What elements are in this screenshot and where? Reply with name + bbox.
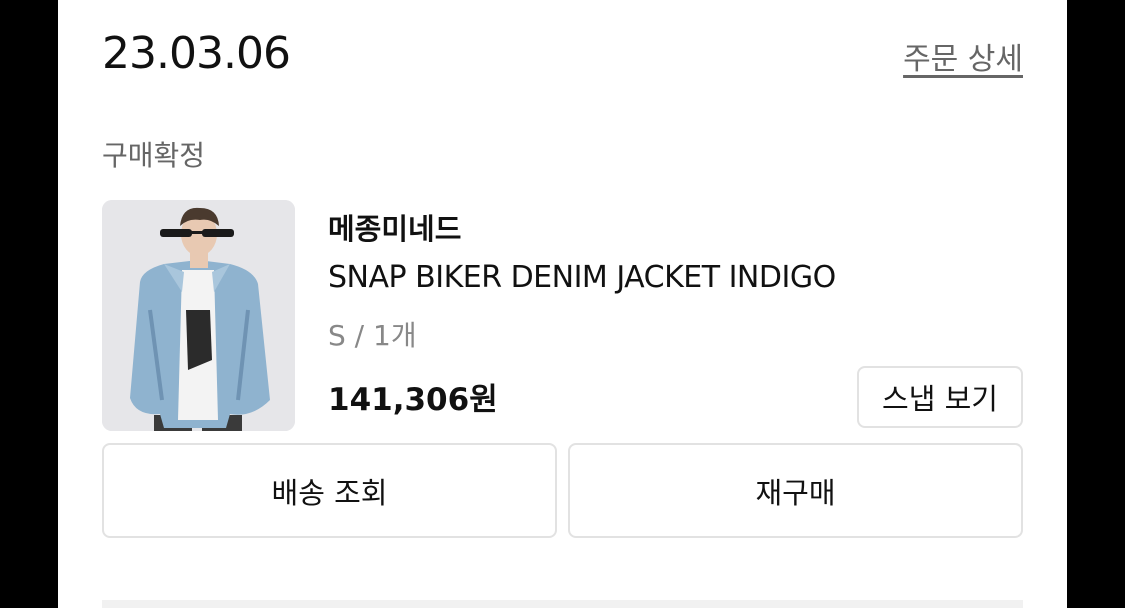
snap-view-button[interactable]: 스냅 보기 [857,366,1023,428]
rebuy-button[interactable]: 재구매 [568,443,1023,538]
product-price: 141,306원 [328,382,498,418]
section-divider [102,600,1023,608]
delivery-tracking-button[interactable]: 배송 조회 [102,443,557,538]
order-detail-link[interactable]: 주문 상세 [903,34,1023,78]
order-status: 구매확정 [102,139,206,172]
product-option: S / 1개 [328,319,417,352]
order-card: 23.03.06 주문 상세 구매확정 메종미네드 SNAP BIKER DEN… [58,0,1067,608]
product-photo-icon [102,200,295,431]
brand-name[interactable]: 메종미네드 [328,206,461,248]
product-thumbnail[interactable] [102,200,295,431]
product-name[interactable]: SNAP BIKER DENIM JACKET INDIGO [328,260,836,295]
order-date: 23.03.06 [102,28,291,79]
